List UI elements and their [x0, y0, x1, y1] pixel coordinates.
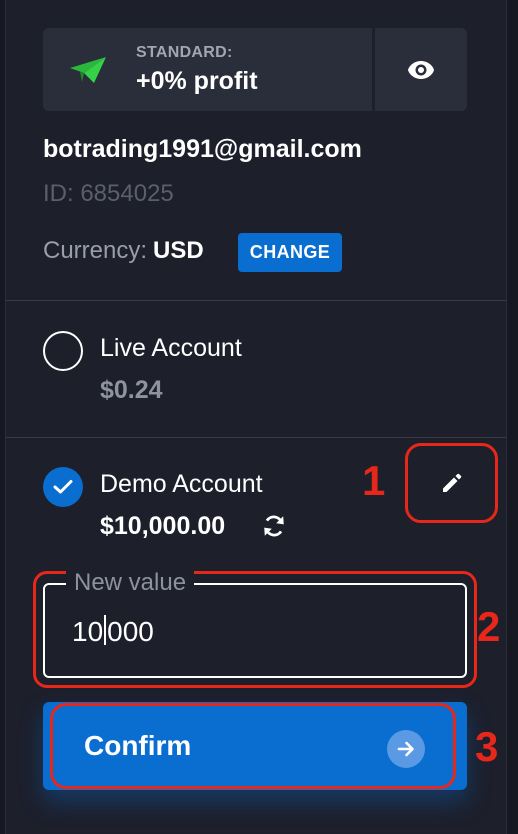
plan-profit: +0% profit [136, 67, 258, 95]
text-caret [104, 615, 107, 645]
currency-value: USD [153, 237, 204, 264]
divider [6, 300, 506, 301]
edit-balance-button[interactable] [405, 443, 498, 523]
plan-info[interactable]: STANDARD: +0% profit [43, 28, 372, 111]
annotation-1: 1 [362, 457, 386, 504]
live-account-name[interactable]: Live Account [100, 334, 242, 363]
live-account-radio[interactable] [43, 331, 83, 371]
arrow-right-icon [387, 730, 425, 768]
confirm-label: Confirm [84, 730, 192, 761]
live-account-balance: $0.24 [100, 376, 163, 404]
plan-tier: STANDARD: [136, 44, 233, 61]
check-icon [53, 480, 73, 494]
account-email: botrading1991@gmail.com [43, 135, 362, 163]
eye-icon [408, 60, 434, 79]
value-after-caret: 000 [107, 616, 154, 647]
new-value-text[interactable]: 10 000 [72, 615, 154, 648]
account-id: ID: 6854025 [43, 180, 174, 207]
change-currency-button[interactable]: CHANGE [238, 233, 342, 272]
demo-account-balance: $10,000.00 [100, 512, 226, 540]
refresh-balance-icon[interactable] [261, 513, 287, 539]
annotation-3: 3 [475, 723, 499, 770]
currency-row: Currency: USD [43, 237, 204, 265]
toggle-visibility-button[interactable] [375, 28, 467, 111]
new-value-label: New value [66, 569, 195, 597]
pencil-icon [442, 473, 461, 492]
paper-plane-icon [70, 57, 106, 83]
demo-account-radio[interactable] [43, 467, 83, 507]
value-before-caret: 10 [72, 616, 104, 647]
divider [6, 437, 506, 438]
confirm-button[interactable]: Confirm [50, 703, 456, 789]
annotation-2: 2 [477, 603, 501, 650]
currency-label: Currency: [43, 237, 148, 264]
plan-card: STANDARD: +0% profit [43, 28, 467, 111]
demo-account-name[interactable]: Demo Account [100, 470, 263, 499]
